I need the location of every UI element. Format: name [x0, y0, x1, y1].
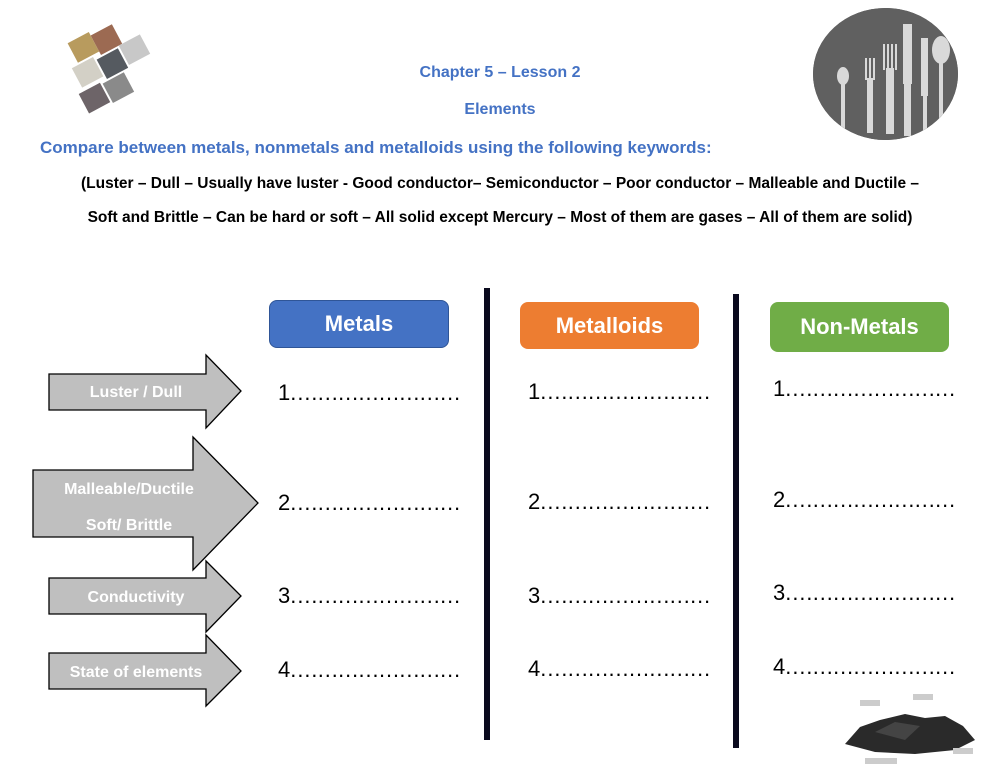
coal-image [835, 692, 985, 767]
property-arrows: Luster / Dull Malleable/Ductile Soft/ Br… [32, 353, 259, 708]
arrow-label: Luster / Dull [90, 384, 182, 401]
arrow-state: State of elements [48, 633, 242, 708]
metalloids-answer-4[interactable]: 4.…………………… [528, 656, 711, 682]
metalloids-answer-2[interactable]: 2.…………………… [528, 489, 711, 515]
nonmetals-header: Non-Metals [770, 302, 949, 352]
metals-answer-1[interactable]: 1.…………………… [278, 380, 461, 406]
arrow-label: Conductivity [88, 589, 185, 606]
metalloids-answer-3[interactable]: 3.…………………… [528, 583, 711, 609]
metals-answer-2[interactable]: 2.…………………… [278, 490, 461, 516]
nonmetals-answer-3[interactable]: 3.…………………… [773, 580, 956, 606]
arrow-label: Soft/ Brittle [86, 517, 172, 534]
arrow-conductivity: Conductivity [48, 559, 242, 634]
metalloids-answer-1[interactable]: 1.…………………… [528, 379, 711, 405]
arrow-luster: Luster / Dull [48, 353, 242, 430]
arrow-label: State of elements [70, 664, 203, 681]
column-divider [484, 288, 490, 740]
arrow-label: Malleable/Ductile [64, 481, 194, 498]
nonmetals-answer-1[interactable]: 1.…………………… [773, 376, 956, 402]
nonmetals-answer-2[interactable]: 2.…………………… [773, 487, 956, 513]
metals-answer-3[interactable]: 3.…………………… [278, 583, 461, 609]
metalloids-header: Metalloids [520, 302, 699, 349]
metals-answer-4[interactable]: 4.…………………… [278, 657, 461, 683]
arrow-malleable: Malleable/Ductile Soft/ Brittle [32, 435, 259, 572]
nonmetals-answer-4[interactable]: 4.…………………… [773, 654, 956, 680]
column-divider [733, 294, 739, 748]
